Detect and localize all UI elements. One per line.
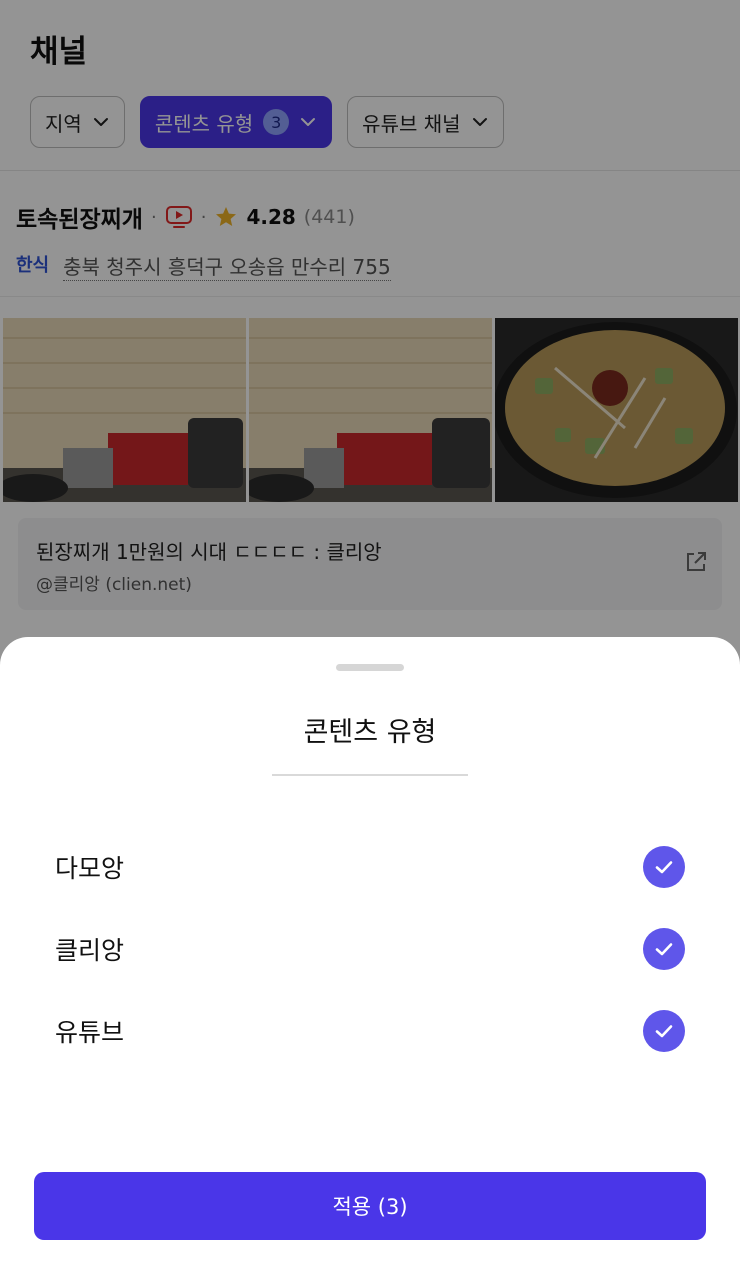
option-label: 클리앙	[55, 936, 125, 965]
option-clien[interactable]: 클리앙	[55, 922, 685, 976]
content-type-bottom-sheet: 콘텐츠 유형 다모앙 클리앙 유튜브 적용 (3)	[0, 637, 740, 1261]
option-label: 유튜브	[55, 1018, 125, 1047]
check-icon[interactable]	[643, 1010, 685, 1052]
drag-handle[interactable]	[336, 664, 404, 671]
option-damoang[interactable]: 다모앙	[55, 840, 685, 894]
check-icon[interactable]	[643, 928, 685, 970]
apply-button[interactable]: 적용 (3)	[34, 1172, 706, 1240]
option-youtube[interactable]: 유튜브	[55, 1004, 685, 1058]
divider	[272, 774, 468, 776]
sheet-title: 콘텐츠 유형	[303, 717, 437, 748]
option-label: 다모앙	[55, 854, 125, 883]
check-icon[interactable]	[643, 846, 685, 888]
